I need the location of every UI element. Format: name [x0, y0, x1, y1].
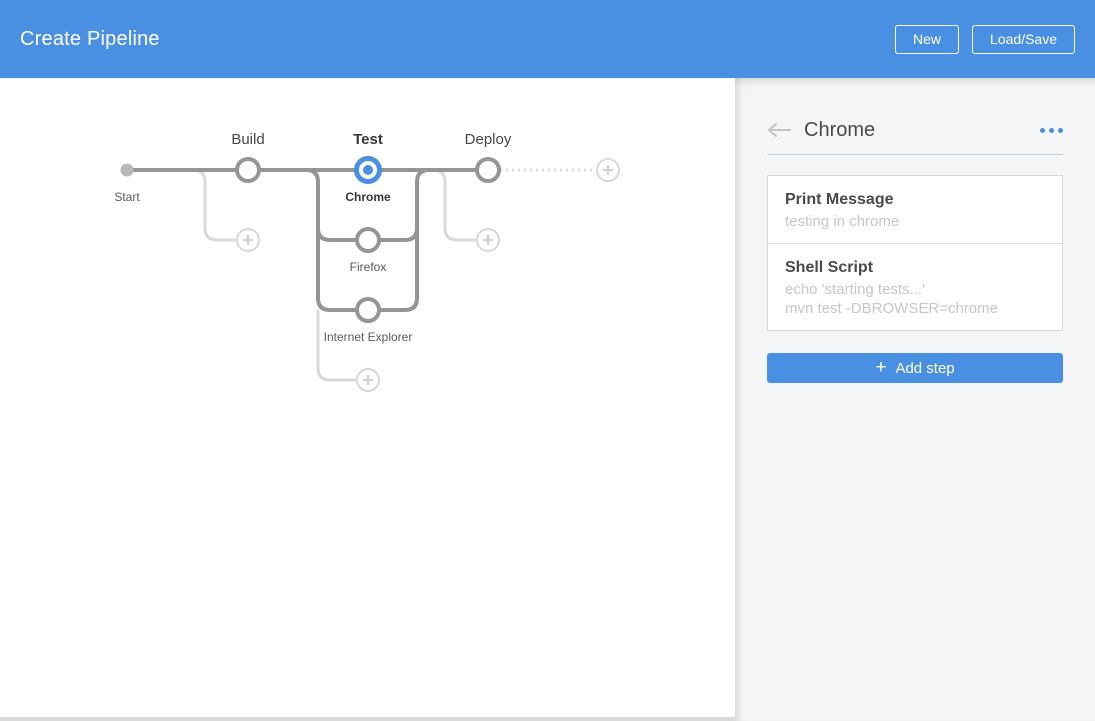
start-label: Start	[114, 190, 140, 204]
step-item-print-message[interactable]: Print Message testing in chrome	[768, 176, 1062, 243]
header-actions: New Load/Save	[895, 25, 1075, 54]
start-node	[121, 164, 134, 177]
stage-node-build[interactable]	[237, 159, 259, 181]
panel-divider	[767, 154, 1063, 155]
step-item-shell-script[interactable]: Shell Script echo 'starting tests...' mv…	[768, 243, 1062, 330]
stage-label-deploy: Deploy	[465, 131, 512, 148]
page-title: Create Pipeline	[20, 28, 160, 51]
branch-label-chrome: Chrome	[345, 190, 391, 204]
step-detail: testing in chrome	[785, 212, 1045, 231]
stage-label-build: Build	[231, 131, 264, 148]
panel-header: Chrome	[767, 115, 1063, 145]
app-header: Create Pipeline New Load/Save	[0, 0, 1095, 78]
new-button[interactable]: New	[895, 25, 959, 54]
branch-node-internet-explorer[interactable]	[357, 299, 379, 321]
stage-connectors	[127, 170, 488, 310]
more-options-icon[interactable]	[1040, 124, 1063, 137]
add-parallel-build-node[interactable]	[237, 229, 259, 251]
branch-node-firefox[interactable]	[357, 229, 379, 251]
add-step-label: Add step	[895, 360, 954, 377]
pipeline-graph: Build Test Deploy Start Chrome Firefox I…	[0, 78, 735, 721]
main-area: Build Test Deploy Start Chrome Firefox I…	[0, 78, 1095, 721]
load-save-button[interactable]: Load/Save	[972, 25, 1075, 54]
branch-label-internet-explorer: Internet Explorer	[324, 330, 413, 344]
back-arrow-icon[interactable]	[767, 122, 791, 138]
step-title: Print Message	[785, 189, 1045, 210]
add-stage-node[interactable]	[597, 159, 619, 181]
steps-list: Print Message testing in chrome Shell Sc…	[767, 175, 1063, 331]
branch-label-firefox: Firefox	[350, 260, 387, 274]
stage-editor-panel: Chrome Print Message testing in chrome S…	[735, 78, 1095, 721]
step-detail: mvn test -DBROWSER=chrome	[785, 299, 1045, 318]
plus-icon: +	[875, 358, 886, 377]
placeholder-connectors	[193, 170, 596, 380]
add-step-button[interactable]: + Add step	[767, 353, 1063, 383]
step-detail: echo 'starting tests...'	[785, 280, 1045, 299]
branch-node-chrome-selected[interactable]	[357, 159, 380, 182]
panel-title: Chrome	[804, 119, 1040, 142]
horizontal-scrollbar[interactable]	[0, 717, 735, 721]
stage-label-test: Test	[353, 131, 383, 148]
add-parallel-deploy-node[interactable]	[477, 229, 499, 251]
stage-node-deploy[interactable]	[477, 159, 499, 181]
pipeline-editor-canvas[interactable]: Build Test Deploy Start Chrome Firefox I…	[0, 78, 735, 721]
step-title: Shell Script	[785, 257, 1045, 278]
add-branch-test-node[interactable]	[357, 369, 379, 391]
